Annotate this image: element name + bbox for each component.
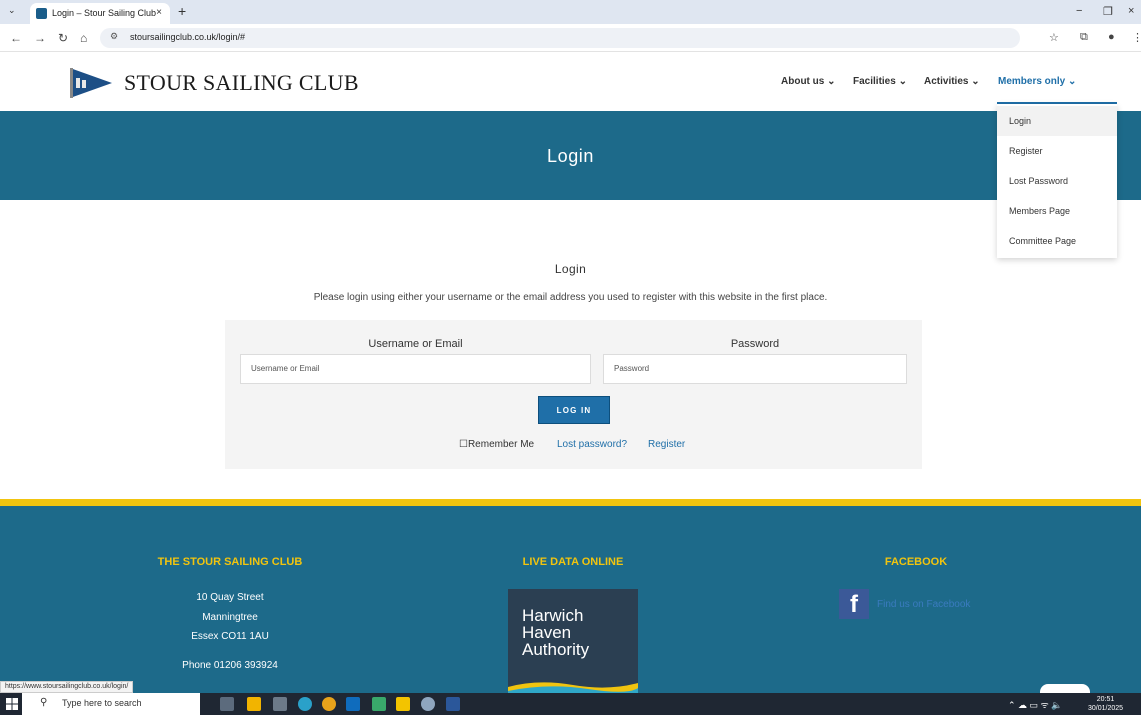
facebook-link[interactable]: Find us on Facebook xyxy=(877,599,970,610)
dropdown-item-lost-password[interactable]: Lost Password xyxy=(997,166,1117,196)
footer-facebook-heading: FACEBOOK xyxy=(884,556,948,568)
word-icon[interactable] xyxy=(446,697,460,711)
club-logo-text[interactable]: STOUR SAILING CLUB xyxy=(124,70,359,96)
forward-icon[interactable]: → xyxy=(34,31,46,45)
tab-title: Login – Stour Sailing Club xyxy=(52,8,157,18)
edge-browser-icon[interactable] xyxy=(298,697,312,711)
footer-address-line: 10 Quay Street xyxy=(196,592,264,603)
footer-address-line: Essex CO11 1AU xyxy=(191,631,269,642)
home-icon[interactable]: ⌂ xyxy=(80,31,87,45)
facebook-icon[interactable]: f xyxy=(839,589,869,619)
hha-logo-line: Haven xyxy=(522,623,572,642)
username-input[interactable]: Username or Email xyxy=(240,354,591,384)
nav-members-only[interactable]: Members only ⌄ xyxy=(998,76,1076,87)
windows-taskbar: ⚲ Type here to search ⌃ ☁ ▭ ᯤ 🔈 20:51 30… xyxy=(0,693,1141,715)
hha-logo-line: Authority xyxy=(522,640,590,659)
link-status-bar: https://www.stoursailingclub.co.uk/login… xyxy=(0,681,134,693)
taskbar-search-placeholder: Type here to search xyxy=(62,698,142,708)
task-view-icon[interactable] xyxy=(220,697,234,711)
bookmark-star-icon[interactable]: ☆ xyxy=(1049,31,1059,44)
extensions-icon[interactable]: ⧉ xyxy=(1080,31,1088,44)
footer-phone: Phone 01206 393924 xyxy=(182,660,278,671)
login-intro-text: Please login using either your username … xyxy=(313,292,828,303)
back-icon[interactable]: ← xyxy=(10,31,22,45)
site-favicon-icon xyxy=(36,8,47,19)
footer-club-heading: THE STOUR SAILING CLUB xyxy=(157,556,303,568)
url-text: stoursailingclub.co.uk/login/# xyxy=(130,32,246,42)
dropdown-item-login[interactable]: Login xyxy=(997,106,1117,136)
password-placeholder: Password xyxy=(614,364,650,373)
login-button[interactable]: LOG IN xyxy=(538,396,610,424)
taskbar-clock[interactable]: 20:51 30/01/2025 xyxy=(1088,695,1123,713)
footer-live-data-heading: LIVE DATA ONLINE xyxy=(522,556,624,568)
chrome-browser-icon[interactable] xyxy=(322,697,336,711)
dropdown-item-members-page[interactable]: Members Page xyxy=(997,196,1117,226)
search-icon: ⚲ xyxy=(40,697,48,708)
tab-search-icon[interactable]: ⌄ xyxy=(8,5,16,16)
windows-start-icon[interactable] xyxy=(6,698,18,710)
footer-accent-stripe xyxy=(0,499,1141,506)
outlook-icon[interactable] xyxy=(346,697,360,711)
reload-icon[interactable]: ↻ xyxy=(58,31,68,45)
harwich-haven-authority-logo[interactable]: Harwich Haven Authority xyxy=(508,589,638,693)
nav-activities[interactable]: Activities ⌄ xyxy=(924,76,980,87)
system-tray-icons[interactable]: ⌃ ☁ ▭ ᯤ 🔈 xyxy=(1008,698,1062,711)
page-title: Login xyxy=(546,146,595,166)
password-label: Password xyxy=(730,338,780,350)
clock-time: 20:51 xyxy=(1096,696,1115,703)
dropdown-item-register[interactable]: Register xyxy=(997,136,1117,166)
login-heading: Login xyxy=(554,262,587,276)
username-placeholder: Username or Email xyxy=(251,364,320,373)
maximize-icon[interactable]: ❐ xyxy=(1103,5,1113,18)
minimize-icon[interactable]: − xyxy=(1076,5,1082,17)
register-link[interactable]: Register xyxy=(648,439,685,450)
dropdown-item-committee-page[interactable]: Committee Page xyxy=(997,226,1117,256)
browser-tab[interactable]: Login – Stour Sailing Club × xyxy=(30,3,170,24)
window-close-icon[interactable]: × xyxy=(1128,5,1134,17)
taskbar-search-input[interactable]: ⚲ Type here to search xyxy=(22,693,200,715)
url-input[interactable]: ⚙ stoursailingclub.co.uk/login/# xyxy=(100,28,1020,48)
username-label: Username or Email xyxy=(368,338,463,350)
footer-address-line: Manningtree xyxy=(202,612,258,623)
clock-date: 30/01/2025 xyxy=(1088,705,1124,712)
nav-about-us[interactable]: About us ⌄ xyxy=(781,76,835,87)
password-input[interactable]: Password xyxy=(603,354,907,384)
sticky-notes-icon[interactable] xyxy=(396,697,410,711)
browser-tab-bar: ⌄ Login – Stour Sailing Club × + − ❐ × xyxy=(0,0,1141,24)
hha-wave-icon xyxy=(508,682,638,693)
app-icon[interactable] xyxy=(372,697,386,711)
app-icon[interactable] xyxy=(421,697,435,711)
file-explorer-icon[interactable] xyxy=(247,697,261,711)
hha-logo-line: Harwich xyxy=(522,606,584,625)
profile-icon[interactable]: ● xyxy=(1108,31,1115,43)
remember-me-checkbox[interactable]: ☐Remember Me xyxy=(459,439,534,450)
new-tab-button[interactable]: + xyxy=(178,3,186,19)
calculator-icon[interactable] xyxy=(273,697,287,711)
club-logo-icon[interactable] xyxy=(66,66,114,100)
nav-facilities[interactable]: Facilities ⌄ xyxy=(853,76,907,87)
site-info-icon[interactable]: ⚙ xyxy=(110,31,118,42)
address-bar-row: ← → ↻ ⌂ ⚙ stoursailingclub.co.uk/login/#… xyxy=(0,24,1141,52)
lost-password-link[interactable]: Lost password? xyxy=(557,439,627,450)
tab-close-icon[interactable]: × xyxy=(156,7,162,18)
members-only-dropdown: Login Register Lost Password Members Pag… xyxy=(997,104,1117,258)
browser-menu-icon[interactable]: ⋮ xyxy=(1132,31,1141,44)
